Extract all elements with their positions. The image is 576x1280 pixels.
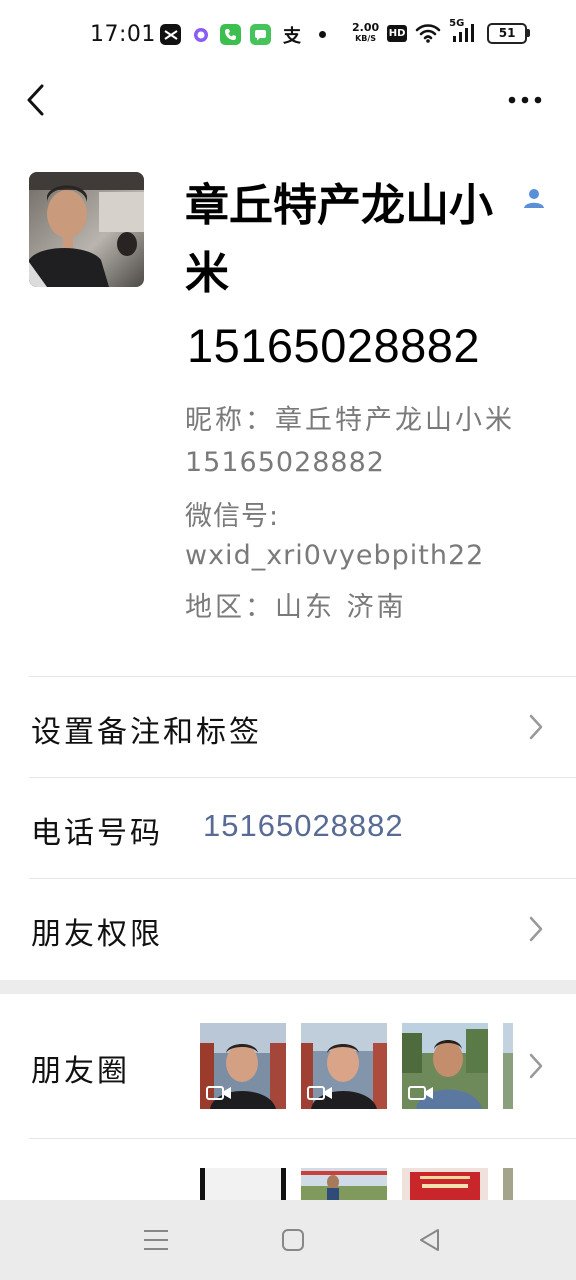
battery-indicator: 51: [487, 22, 531, 44]
more-notifications-dot: [319, 31, 326, 38]
moments-row[interactable]: 朋友圈: [0, 994, 576, 1138]
phone-app-icon: [220, 24, 241, 45]
system-nav-bar: [0, 1200, 576, 1280]
contact-badge-icon: [522, 186, 546, 210]
thumbnail-partial: [200, 1168, 286, 1200]
home-icon: [282, 1229, 304, 1251]
nav-back-button[interactable]: [416, 1226, 444, 1254]
friend-permission-label: 朋友权限: [31, 917, 163, 952]
moments-thumbnail: [301, 1023, 387, 1109]
chevron-right-icon: [526, 915, 546, 943]
remark-tags-row[interactable]: 设置备注和标签: [0, 677, 576, 777]
nickname-continuation: 15165028882: [185, 447, 385, 478]
more-icon: [508, 96, 542, 104]
app-purple-icon: [190, 24, 211, 45]
chevron-right-icon: [526, 1052, 546, 1080]
wifi-icon: [415, 24, 441, 43]
wechat-id-label: 微信号:: [185, 501, 280, 532]
alipay-icon: 支: [283, 25, 301, 47]
moments-label: 朋友圈: [31, 1054, 130, 1089]
more-button[interactable]: [502, 86, 550, 114]
back-button[interactable]: [18, 80, 58, 120]
phone-number-row[interactable]: 电话号码 15165028882: [0, 778, 576, 878]
moments-thumbnail: [402, 1023, 488, 1109]
status-system-icons: 2.00 KB/S HD 5G 51: [352, 18, 531, 44]
region-line: 地区：山东 济南: [185, 592, 407, 623]
capcut-icon: [160, 24, 181, 45]
divider: [29, 1138, 576, 1139]
section-gap: [0, 980, 576, 994]
back-icon: [27, 84, 44, 116]
video-icon: [408, 1086, 433, 1100]
chevron-right-icon: [526, 713, 546, 741]
phone-number-value[interactable]: 15165028882: [203, 808, 404, 844]
signal-icon: [453, 24, 475, 42]
remark-tags-label: 设置备注和标签: [31, 715, 262, 750]
speed-unit: KB/S: [355, 34, 377, 43]
message-app-icon: [250, 24, 271, 45]
status-notification-icons: 支: [160, 24, 326, 47]
home-button[interactable]: [280, 1227, 306, 1253]
moments-thumbnail-partial: [503, 1023, 513, 1109]
thumbnail-partial: [503, 1168, 513, 1200]
video-icon: [307, 1086, 332, 1100]
friend-permission-row[interactable]: 朋友权限: [0, 879, 576, 979]
status-time: 17:01: [90, 22, 156, 47]
thumbnail-partial: [301, 1168, 387, 1200]
network-speed: 2.00 KB/S: [352, 22, 379, 44]
contact-display-name: 章丘特产龙山小米: [185, 180, 493, 299]
menu-icon: [144, 1230, 168, 1250]
nickname-line: 昵称：章丘特产龙山小米: [185, 405, 515, 436]
signal-indicator: 5G: [449, 18, 479, 44]
menu-button[interactable]: [140, 1226, 172, 1254]
video-icon: [206, 1086, 231, 1100]
contact-phone-title: 15165028882: [187, 319, 481, 372]
battery-level: 51: [498, 26, 516, 40]
wechat-id-value[interactable]: wxid_xri0vyebpith22: [185, 540, 484, 571]
hd-badge: HD: [387, 24, 408, 42]
moments-thumbnail: [200, 1023, 286, 1109]
thumbnail-partial: [402, 1168, 488, 1200]
back-nav-icon: [420, 1229, 439, 1251]
phone-number-label: 电话号码: [31, 816, 163, 851]
avatar[interactable]: [29, 172, 144, 287]
